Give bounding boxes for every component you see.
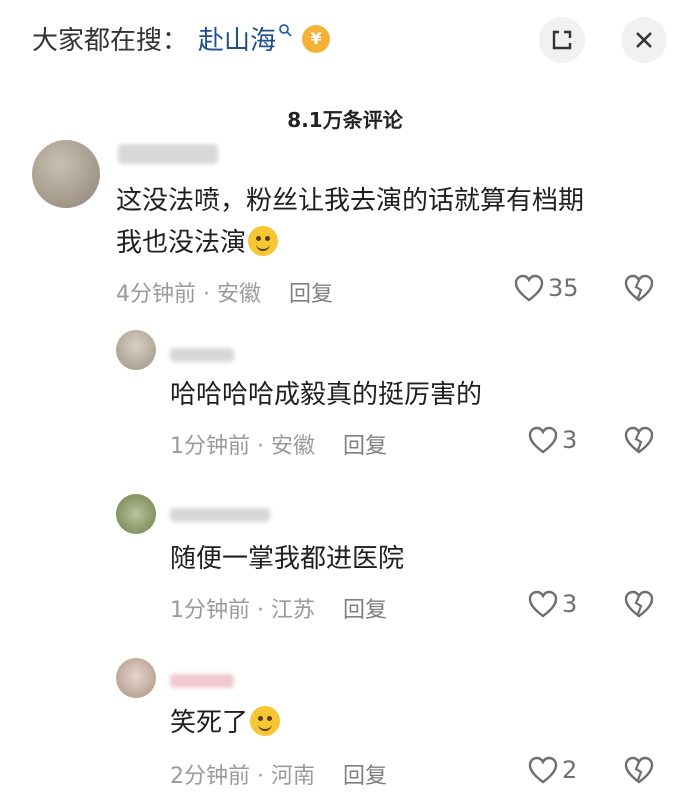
comment-text-line2: 我也没法演 [116,228,247,258]
comment-count: 8.1万条评论 [287,108,403,132]
laughing-emoji-icon [250,705,281,736]
heart-icon [528,756,558,784]
like-count: 35 [548,274,579,302]
comment-time: 4分钟前 [116,282,196,307]
close-icon [636,32,652,48]
comment-text: 笑死了 [170,702,281,744]
comment-location: 安徽 [216,282,261,307]
avatar[interactable] [116,658,156,698]
reply-button[interactable]: 回复 [343,598,387,623]
search-keyword[interactable]: 赴山海 [198,20,276,57]
broken-heart-icon [624,426,654,454]
comment-time: 1分钟前 [170,598,250,623]
smile-emoji-icon [248,225,279,256]
avatar[interactable] [32,140,100,208]
comment-meta: 4分钟前 · 安徽 回复 [116,282,334,307]
comment-meta: 1分钟前 · 江苏 回复 [170,598,388,623]
comment-location: 江苏 [270,598,315,623]
top-bar: 大家都在搜： 赴山海 ¥ [0,0,690,80]
heart-icon [514,274,544,302]
coin-icon: ¥ [302,24,331,53]
like-count: 3 [562,426,578,454]
dislike-button[interactable] [624,274,654,306]
reply-button[interactable]: 回复 [343,764,387,789]
comment-text: 随便一掌我都进医院 [170,544,405,574]
dislike-button[interactable] [624,590,654,622]
reply-button[interactable]: 回复 [343,434,387,459]
dislike-button[interactable] [624,756,654,788]
username-blurred[interactable] [170,674,234,688]
comment-meta: 1分钟前 · 安徽 回复 [170,434,388,459]
search-suggestion[interactable]: 大家都在搜： 赴山海 ¥ [32,20,331,57]
close-button[interactable] [621,17,667,63]
heart-icon [528,590,558,618]
comment-text: 哈哈哈哈成毅真的挺厉害的 [170,380,483,410]
like-button[interactable]: 2 [528,756,577,784]
comment-location: 安徽 [270,434,315,459]
like-button[interactable]: 3 [528,426,577,454]
heart-icon [528,426,558,454]
broken-heart-icon [624,590,654,618]
comment-text: 这没法喷，粉丝让我去演的话就算有档期 我也没法演 [116,180,656,264]
comment-meta: 2分钟前 · 河南 回复 [170,764,388,789]
like-count: 3 [562,590,578,618]
like-count: 2 [562,756,578,784]
dislike-button[interactable] [624,426,654,458]
search-icon [278,23,292,41]
avatar[interactable] [116,494,156,534]
username-blurred[interactable] [170,348,234,362]
avatar[interactable] [116,330,156,370]
comment-time: 1分钟前 [170,434,250,459]
search-prefix: 大家都在搜： [32,26,189,56]
broken-heart-icon [624,756,654,784]
expand-button[interactable] [539,17,585,63]
broken-heart-icon [624,274,654,302]
comment-text-line1: 这没法喷，粉丝让我去演的话就算有档期 [116,186,585,216]
comment-text-content: 笑死了 [170,708,249,738]
comment-time: 2分钟前 [170,764,250,789]
like-button[interactable]: 35 [514,274,579,302]
reply-button[interactable]: 回复 [289,282,333,307]
expand-icon [552,30,572,50]
comment-location: 河南 [270,764,315,789]
like-button[interactable]: 3 [528,590,577,618]
username-blurred[interactable] [170,508,270,522]
username-blurred[interactable] [118,144,218,164]
